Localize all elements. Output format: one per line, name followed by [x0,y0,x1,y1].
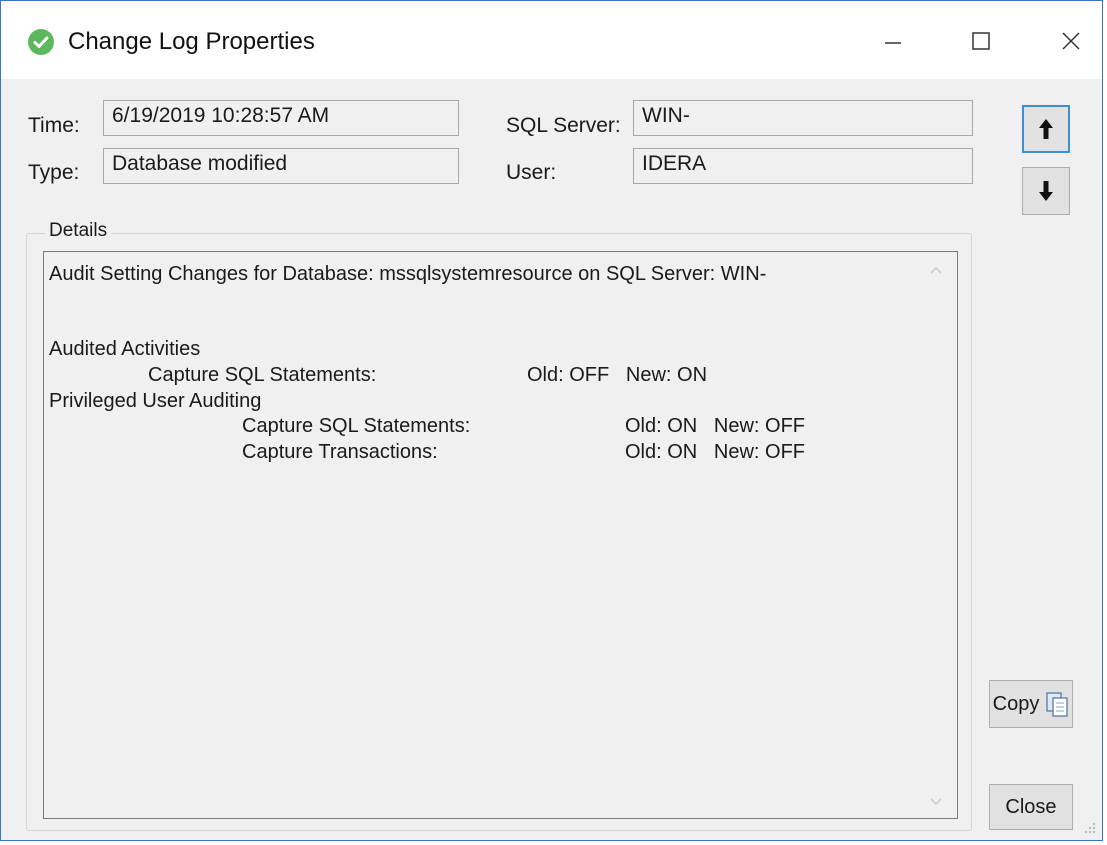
type-field[interactable]: Database modified [103,148,459,184]
clipboard-icon [1046,692,1068,717]
details-line: Old: OFF New: ON [527,364,708,386]
type-label: Type: [28,161,80,184]
copy-button[interactable]: Copy [989,680,1073,728]
sql-server-field[interactable]: WIN- [633,100,973,136]
arrow-up-icon [1039,119,1053,139]
scroll-down-button[interactable] [924,792,948,812]
arrow-down-icon [1039,181,1053,201]
details-line: Old: ON New: OFF [625,441,806,463]
sql-server-label: SQL Server: [506,114,621,137]
details-line: Capture SQL Statements: [242,415,471,437]
chevron-up-icon [930,266,942,274]
title-bar[interactable]: Change Log Properties [1,1,1102,79]
maximize-icon [972,32,990,50]
change-log-properties-dialog: Change Log Properties Time: 6/19/2019 10… [0,0,1103,841]
close-icon [1062,32,1080,50]
details-line: Capture Transactions: [242,441,438,463]
details-line: Privileged User Auditing [49,390,262,412]
details-line: Capture SQL Statements: [148,364,377,386]
details-line: Old: ON New: OFF [625,415,806,437]
details-line: Audited Activities [49,338,201,360]
user-label: User: [506,161,557,184]
time-field[interactable]: 6/19/2019 10:28:57 AM [103,100,459,136]
resize-grip-icon[interactable] [1084,822,1096,834]
previous-record-button[interactable] [1022,105,1070,153]
window-close-button[interactable] [1041,15,1101,67]
minimize-button[interactable] [863,15,923,67]
check-circle-icon [28,29,54,55]
chevron-down-icon [930,798,942,806]
maximize-button[interactable] [951,15,1011,67]
details-textbox[interactable]: Audit Setting Changes for Database: mssq… [43,251,958,819]
minimize-icon [885,42,901,44]
close-button[interactable]: Close [989,784,1073,830]
copy-button-label: Copy [992,692,1040,715]
window-title: Change Log Properties [68,28,315,55]
time-label: Time: [28,114,80,137]
scroll-up-button[interactable] [924,260,948,280]
user-field[interactable]: IDERA [633,148,973,184]
details-group-label: Details [45,220,112,242]
next-record-button[interactable] [1022,167,1070,215]
details-line: Audit Setting Changes for Database: mssq… [49,263,767,285]
